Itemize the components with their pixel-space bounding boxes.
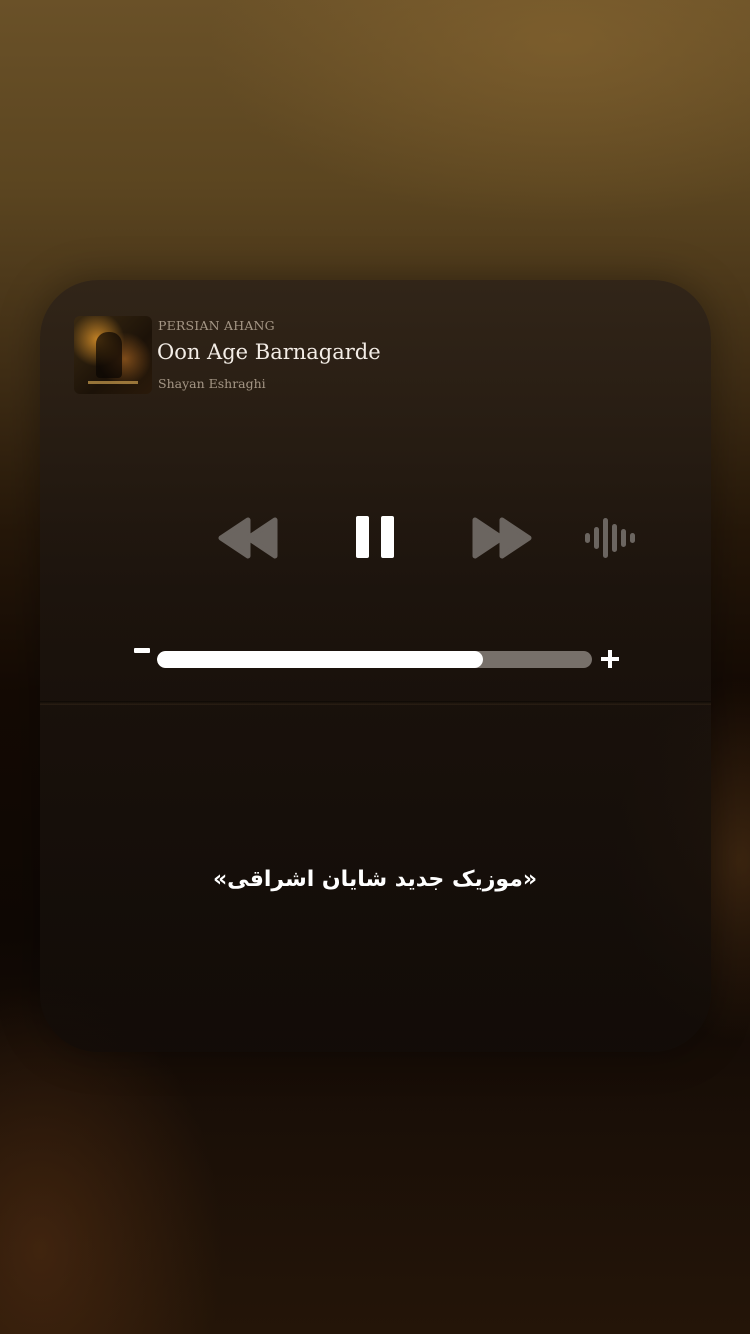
rewind-icon [218, 517, 278, 559]
pause-icon [356, 516, 394, 558]
rewind-button[interactable] [218, 516, 280, 560]
fast-forward-icon [472, 517, 532, 559]
volume-plus-icon[interactable] [601, 650, 619, 668]
artwork-figure [96, 332, 122, 378]
waveform-button[interactable] [584, 516, 636, 560]
now-playing-card: PERSIAN AHANG Oon Age Barnagarde Shayan … [40, 280, 711, 1052]
track-title: Oon Age Barnagarde [157, 340, 381, 364]
artist-name: Shayan Eshraghi [158, 376, 266, 391]
caption-text: «موزیک جدید شایان اشراقی» [212, 867, 538, 892]
volume-slider[interactable] [157, 651, 592, 668]
volume-minus-icon[interactable] [134, 648, 150, 653]
pause-button[interactable] [354, 514, 396, 560]
waveform-icon [585, 518, 635, 558]
artwork-text-line [88, 381, 138, 384]
fast-forward-button[interactable] [470, 516, 532, 560]
divider [40, 701, 711, 705]
album-artwork[interactable] [74, 316, 152, 394]
volume-slider-fill [157, 651, 484, 668]
source-label: PERSIAN AHANG [158, 318, 275, 333]
